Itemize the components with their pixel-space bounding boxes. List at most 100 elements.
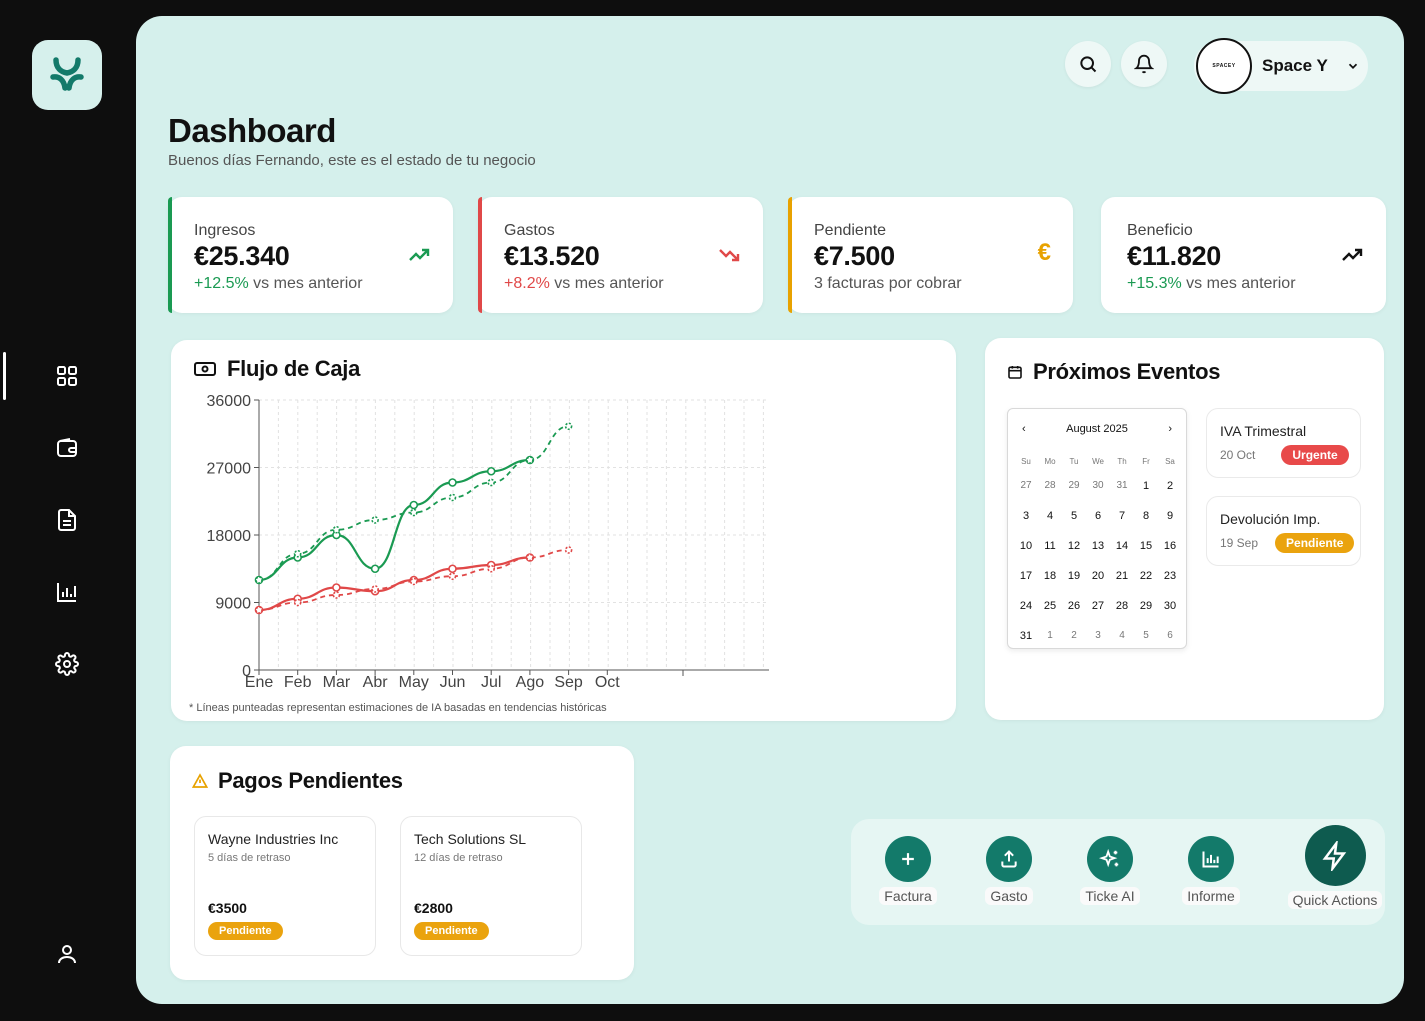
data-point [370, 564, 380, 574]
active-nav-indicator [3, 352, 6, 400]
payment-card-tech[interactable]: Tech Solutions SL 12 días de retraso €28… [400, 816, 582, 956]
event-card-devolucion[interactable]: Devolución Imp. 19 Sep Pendiente [1206, 496, 1361, 566]
stat-card-ingresos[interactable]: Ingresos €25.340 +12.5% vs mes anterior [168, 197, 453, 313]
calendar-day[interactable]: 21 [1110, 561, 1134, 591]
calendar-weekday: Mo [1044, 457, 1056, 466]
notifications-button[interactable] [1121, 41, 1167, 87]
event-card-iva[interactable]: IVA Trimestral 20 Oct Urgente [1206, 408, 1361, 478]
calendar-weekday: Tu [1069, 457, 1079, 466]
calendar-day[interactable]: 3 [1086, 621, 1110, 651]
stat-card-gastos[interactable]: Gastos €13.520 +8.2% vs mes anterior [478, 197, 763, 313]
stat-label: Ingresos [194, 222, 256, 239]
calendar-day[interactable]: 14 [1110, 531, 1134, 561]
search-icon [1080, 56, 1097, 73]
calendar-day[interactable]: 11 [1038, 531, 1062, 561]
chevron-down-icon [1348, 63, 1357, 69]
calendar-day[interactable]: 10 [1014, 531, 1038, 561]
data-point [409, 500, 419, 510]
calendar-month: August 2025 [1066, 423, 1128, 435]
calendar-day[interactable]: 25 [1038, 591, 1062, 621]
calendar-day[interactable]: 27 [1086, 591, 1110, 621]
quick-action-informe[interactable]: Informe [1176, 836, 1246, 906]
quick-action-ticke-ai[interactable]: Ticke AI [1075, 836, 1145, 906]
action-circle [885, 836, 931, 882]
calendar-next-button[interactable]: › [1168, 423, 1172, 435]
calendar-day[interactable]: 2 [1062, 621, 1086, 651]
calendar-day[interactable]: 16 [1158, 531, 1182, 561]
forecast-point [410, 508, 418, 517]
calendar-day[interactable]: 3 [1014, 501, 1038, 531]
calendar-day[interactable]: 9 [1158, 501, 1182, 531]
quick-actions-main-button[interactable]: Quick Actions [1285, 825, 1385, 910]
forecast-point [526, 456, 534, 464]
quick-actions-bar: Factura Gasto Ticke AI Informe Quick Act… [851, 819, 1385, 925]
user-icon [58, 945, 76, 964]
forecast-point [410, 577, 418, 586]
calendar-day[interactable]: 29 [1062, 471, 1086, 501]
calendar-day[interactable]: 27 [1014, 471, 1038, 501]
nav-settings[interactable] [50, 647, 84, 681]
stat-card-beneficio[interactable]: Beneficio €11.820 +15.3% vs mes anterior [1101, 197, 1386, 313]
action-label: Quick Actions [1287, 891, 1383, 909]
calendar-day[interactable]: 6 [1158, 621, 1182, 651]
calendar-day[interactable]: 8 [1134, 501, 1158, 531]
event-date: 19 Sep [1220, 536, 1259, 550]
accent-bar [478, 197, 482, 313]
search-button[interactable] [1065, 41, 1111, 87]
action-label: Ticke AI [1080, 887, 1140, 905]
nav-dashboard[interactable] [50, 359, 84, 393]
calendar-day[interactable]: 30 [1158, 591, 1182, 621]
nav-reports[interactable] [50, 575, 84, 609]
calendar-day[interactable]: 15 [1134, 531, 1158, 561]
calendar-day[interactable]: 31 [1014, 621, 1038, 651]
nav-wallet[interactable] [50, 431, 84, 465]
nav-profile[interactable] [50, 937, 84, 971]
action-label: Informe [1182, 887, 1240, 905]
payment-delay: 12 días de retraso [414, 852, 503, 864]
calendar-day[interactable]: 22 [1134, 561, 1158, 591]
app-logo[interactable] [32, 40, 102, 110]
sidebar [0, 0, 134, 1021]
calendar-day[interactable]: 13 [1086, 531, 1110, 561]
calendar-day[interactable]: 5 [1062, 501, 1086, 531]
calendar-day[interactable]: 12 [1062, 531, 1086, 561]
calendar-day[interactable]: 28 [1038, 471, 1062, 501]
calendar-day[interactable]: 23 [1158, 561, 1182, 591]
quick-action-gasto[interactable]: Gasto [974, 836, 1044, 906]
calendar-day[interactable]: 26 [1062, 591, 1086, 621]
stat-label: Pendiente [814, 222, 887, 239]
dashboard-grid-icon [57, 366, 77, 386]
calendar-day[interactable]: 17 [1014, 561, 1038, 591]
logo-icon [50, 57, 84, 91]
calendar-day[interactable]: 18 [1038, 561, 1062, 591]
calendar-day[interactable]: 1 [1134, 471, 1158, 501]
x-tick-label: May [399, 674, 429, 691]
nav-documents[interactable] [50, 503, 84, 537]
forecast-point [526, 553, 534, 562]
calendar-day[interactable]: 4 [1038, 501, 1062, 531]
calendar-day[interactable]: 24 [1014, 591, 1038, 621]
calendar-day[interactable]: 6 [1086, 501, 1110, 531]
calendar-day[interactable]: 2 [1158, 471, 1182, 501]
forecast-point [487, 564, 496, 573]
quick-action-factura[interactable]: Factura [873, 836, 943, 906]
calendar-day[interactable]: 29 [1134, 591, 1158, 621]
trending-up-icon [409, 248, 430, 261]
action-circle [1188, 836, 1234, 882]
calendar-day[interactable]: 7 [1110, 501, 1134, 531]
calendar-day[interactable]: 1 [1038, 621, 1062, 651]
events-title: Próximos Eventos [1007, 359, 1220, 385]
payment-card-wayne[interactable]: Wayne Industries Inc 5 días de retraso €… [194, 816, 376, 956]
page-title: Dashboard [168, 112, 336, 149]
calendar-day[interactable]: 4 [1110, 621, 1134, 651]
calendar-day[interactable]: 19 [1062, 561, 1086, 591]
stat-card-pendiente[interactable]: Pendiente €7.500 3 facturas por cobrar € [788, 197, 1073, 313]
account-switcher[interactable]: SPACEY Space Y [1194, 38, 1368, 94]
calendar-grid: Su Mo Tu We Th Fr Sa 27 28 29 30 31 1 2 3 4 5 6 7 8 9 10 11 12 1… [1014, 453, 1182, 651]
calendar-day[interactable]: 20 [1086, 561, 1110, 591]
calendar-day[interactable]: 31 [1110, 471, 1134, 501]
calendar-day[interactable]: 28 [1110, 591, 1134, 621]
data-point [448, 564, 457, 574]
calendar-day[interactable]: 30 [1086, 471, 1110, 501]
calendar-day[interactable]: 5 [1134, 621, 1158, 651]
